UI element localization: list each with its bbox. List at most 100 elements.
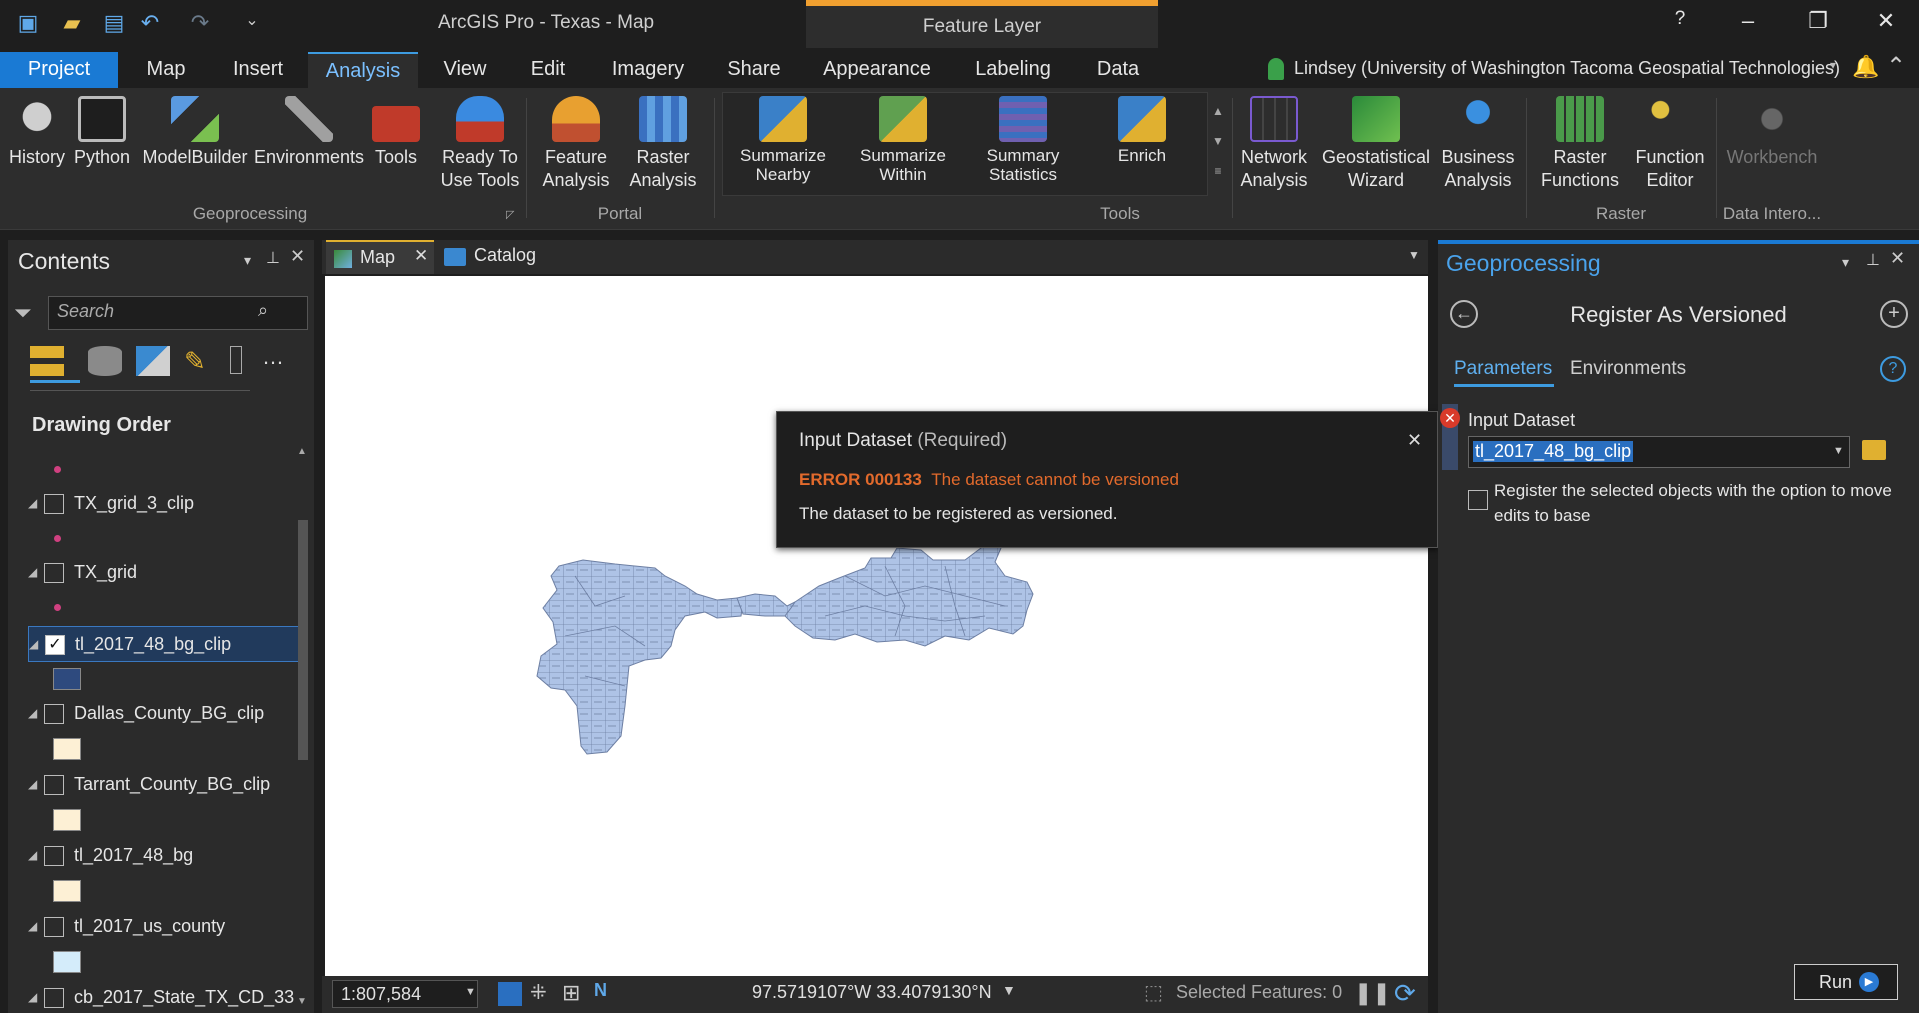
layer-visibility-checkbox-checked[interactable]: ✓ <box>45 635 65 655</box>
ready-to-use-tools-button[interactable]: Ready To Use Tools <box>430 96 530 192</box>
environments-button[interactable]: Environments <box>254 96 364 169</box>
tab-imagery[interactable]: Imagery <box>596 52 700 88</box>
layer-item[interactable]: ◢ cb_2017_State_TX_CD_33 <box>28 984 298 1013</box>
refresh-icon[interactable]: ⟳ <box>1394 978 1416 1009</box>
scrollbar-thumb[interactable] <box>298 520 308 760</box>
expand-icon[interactable]: ◢ <box>29 637 38 651</box>
list-by-selection-icon[interactable] <box>136 346 170 376</box>
tab-project[interactable]: Project <box>0 52 118 88</box>
undo-icon[interactable]: ↶ <box>136 10 164 38</box>
north-arrow-icon[interactable]: N <box>594 980 607 1001</box>
search-icon[interactable]: ⌕ <box>258 300 268 321</box>
ribbon-collapse-icon[interactable]: ⌃ <box>1886 52 1906 81</box>
tab-insert[interactable]: Insert <box>218 52 298 88</box>
layer-item[interactable]: ◢ tl_2017_48_bg <box>28 842 298 872</box>
layer-visibility-checkbox[interactable] <box>44 846 64 866</box>
tab-appearance[interactable]: Appearance <box>814 52 940 88</box>
customize-toolbar-icon[interactable]: ⌄ <box>238 10 266 38</box>
expand-icon[interactable]: ◢ <box>28 919 37 933</box>
tab-analysis[interactable]: Analysis <box>308 52 418 88</box>
tab-map-view[interactable]: Map ✕ <box>326 240 434 274</box>
summary-statistics-button[interactable]: Summary Statistics <box>968 96 1078 184</box>
minimize-button[interactable]: – <box>1728 8 1768 38</box>
raster-functions-button[interactable]: Raster Functions <box>1532 96 1628 192</box>
pin-icon[interactable]: ⊥ <box>1866 250 1880 270</box>
function-editor-button[interactable]: Function Editor <box>1630 96 1710 192</box>
gallery-scroll[interactable]: ▲ ▼ ≡ <box>1210 96 1226 186</box>
tab-view[interactable]: View <box>428 52 502 88</box>
map-canvas[interactable] <box>325 276 1428 976</box>
close-tab-icon[interactable]: ✕ <box>414 246 428 266</box>
fixed-zoom-icon[interactable] <box>498 982 522 1006</box>
layer-visibility-checkbox[interactable] <box>44 563 64 583</box>
layer-item[interactable]: ◢ tl_2017_us_county <box>28 913 298 943</box>
coord-format-icon[interactable]: ▼ <box>1002 982 1016 998</box>
contents-search-input[interactable]: Search <box>48 296 308 330</box>
layer-visibility-checkbox[interactable] <box>44 494 64 514</box>
tab-data[interactable]: Data <box>1088 52 1148 88</box>
pin-icon[interactable]: ⊥ <box>266 248 280 268</box>
save-project-icon[interactable]: ▤ <box>100 10 128 38</box>
geostatistical-wizard-button[interactable]: Geostatistical Wizard <box>1320 96 1432 192</box>
pane-menu-icon[interactable]: ▾ <box>244 252 251 269</box>
error-icon[interactable]: ✕ <box>1440 408 1460 428</box>
restore-button[interactable]: ❐ <box>1798 8 1838 38</box>
filter-icon[interactable]: ⏷ <box>14 300 32 326</box>
raster-analysis-button[interactable]: Raster Analysis <box>620 96 706 192</box>
dialog-launcher-icon[interactable]: ◸ <box>506 208 514 221</box>
help-button[interactable]: ? <box>1660 8 1700 38</box>
layer-item[interactable]: ◢ Dallas_County_BG_clip <box>28 700 298 730</box>
scale-selector[interactable]: 1:807,584 ▼ <box>332 980 478 1008</box>
input-dataset-field[interactable]: tl_2017_48_bg_clip ▼ <box>1468 436 1850 468</box>
layer-item-selected[interactable]: ◢ ✓ tl_2017_48_bg_clip <box>28 626 300 662</box>
layer-item[interactable]: ◢ TX_grid <box>28 559 298 589</box>
close-pane-icon[interactable]: ✕ <box>1890 248 1905 269</box>
pause-drawing-icon[interactable]: ❚❚ <box>1354 980 1391 1006</box>
tab-parameters[interactable]: Parameters <box>1454 358 1552 380</box>
expand-icon[interactable]: ◢ <box>28 990 37 1004</box>
list-by-editing-icon[interactable]: ✎ <box>184 346 206 377</box>
register-option-checkbox[interactable] <box>1468 490 1488 510</box>
close-popup-icon[interactable]: ✕ <box>1407 430 1422 451</box>
grid-icon[interactable]: ⊞ <box>562 980 580 1006</box>
scroll-down-icon[interactable]: ▼ <box>297 996 307 1007</box>
layer-item[interactable]: ◢ Tarrant_County_BG_clip <box>28 771 298 801</box>
browse-folder-icon[interactable] <box>1862 440 1886 460</box>
expand-icon[interactable]: ◢ <box>28 777 37 791</box>
new-project-icon[interactable]: ▣ <box>14 10 42 38</box>
modelbuilder-button[interactable]: ModelBuilder <box>140 96 250 169</box>
layer-visibility-checkbox[interactable] <box>44 775 64 795</box>
open-project-icon[interactable]: ▰ <box>58 10 86 38</box>
tab-catalog-view[interactable]: Catalog <box>438 240 548 274</box>
tools-button[interactable]: Tools <box>368 96 424 169</box>
redo-icon[interactable]: ↷ <box>186 10 214 38</box>
business-analysis-button[interactable]: Business Analysis <box>1436 96 1520 192</box>
close-window-button[interactable]: ✕ <box>1866 8 1906 38</box>
tab-edit[interactable]: Edit <box>512 52 584 88</box>
notification-bell-icon[interactable]: 🔔 <box>1852 54 1879 80</box>
map-view[interactable] <box>325 276 1428 976</box>
tab-map[interactable]: Map <box>130 52 202 88</box>
tab-environments[interactable]: Environments <box>1570 358 1686 380</box>
layer-visibility-checkbox[interactable] <box>44 988 64 1008</box>
list-by-source-icon[interactable] <box>88 346 122 376</box>
run-button[interactable]: Run ▶ <box>1794 964 1898 1000</box>
expand-icon[interactable]: ◢ <box>28 565 37 579</box>
tab-labeling[interactable]: Labeling <box>964 52 1062 88</box>
expand-icon[interactable]: ◢ <box>28 848 37 862</box>
layer-visibility-checkbox[interactable] <box>44 917 64 937</box>
history-button[interactable]: History <box>6 96 68 169</box>
user-dropdown-icon[interactable]: ▾ <box>1830 58 1836 72</box>
more-options-icon[interactable]: … <box>262 344 284 370</box>
summarize-within-button[interactable]: Summarize Within <box>848 96 958 184</box>
dropdown-icon[interactable]: ▼ <box>1833 445 1844 457</box>
close-pane-icon[interactable]: ✕ <box>290 246 305 267</box>
feature-analysis-button[interactable]: Feature Analysis <box>534 96 618 192</box>
expand-icon[interactable]: ◢ <box>28 496 37 510</box>
user-name[interactable]: Lindsey (University of Washington Tacoma… <box>1294 58 1840 79</box>
expand-icon[interactable]: ◢ <box>28 706 37 720</box>
layer-item[interactable]: ◢ TX_grid_3_clip <box>28 490 298 520</box>
help-icon[interactable]: ? <box>1880 356 1906 382</box>
layer-visibility-checkbox[interactable] <box>44 704 64 724</box>
tab-share[interactable]: Share <box>710 52 798 88</box>
